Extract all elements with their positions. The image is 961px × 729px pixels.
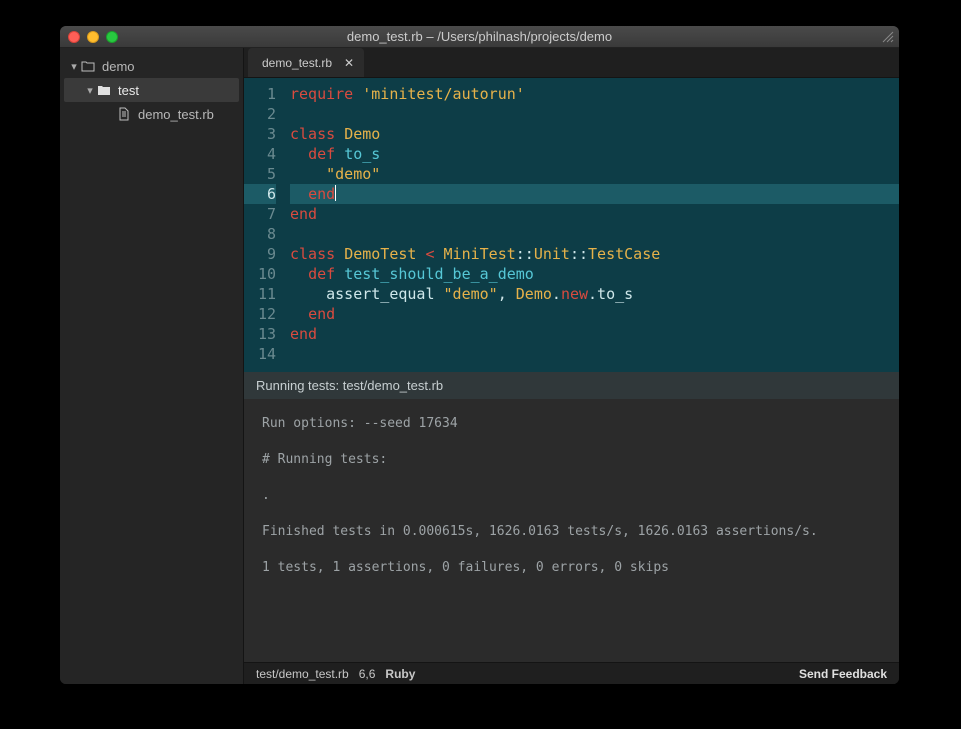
- code-line[interactable]: "demo": [290, 164, 899, 184]
- code-line[interactable]: require 'minitest/autorun': [290, 84, 899, 104]
- tab-bar[interactable]: demo_test.rb ✕: [244, 48, 899, 78]
- line-number: 7: [244, 204, 276, 224]
- status-file-path: test/demo_test.rb: [256, 667, 349, 681]
- status-language[interactable]: Ruby: [385, 667, 415, 681]
- line-number: 6: [244, 184, 276, 204]
- text-cursor: [335, 185, 336, 201]
- line-number: 10: [244, 264, 276, 284]
- line-number: 9: [244, 244, 276, 264]
- line-number: 8: [244, 224, 276, 244]
- close-tab-icon[interactable]: ✕: [344, 56, 354, 70]
- file-icon: [116, 107, 132, 121]
- line-number: 5: [244, 164, 276, 184]
- minimize-window-button[interactable]: [87, 31, 99, 43]
- chevron-down-icon: ▾: [68, 60, 80, 73]
- code-line[interactable]: [290, 104, 899, 124]
- code-line[interactable]: [290, 224, 899, 244]
- code-line[interactable]: assert_equal "demo", Demo.new.to_s: [290, 284, 899, 304]
- tree-file-demo-test[interactable]: demo_test.rb: [60, 102, 243, 126]
- editor-window: demo_test.rb – /Users/philnash/projects/…: [60, 26, 899, 684]
- line-number-gutter: 1234567891011121314: [244, 84, 284, 364]
- tree-folder-demo[interactable]: ▾ demo: [60, 54, 243, 78]
- main-area: ▾ demo ▾ test demo_test.rb: [60, 48, 899, 684]
- line-number: 13: [244, 324, 276, 344]
- line-number: 2: [244, 104, 276, 124]
- tab-label: demo_test.rb: [262, 56, 332, 70]
- line-number: 11: [244, 284, 276, 304]
- code-line[interactable]: def test_should_be_a_demo: [290, 264, 899, 284]
- code-line[interactable]: class Demo: [290, 124, 899, 144]
- tree-item-label: demo: [102, 59, 135, 74]
- line-number: 4: [244, 144, 276, 164]
- chevron-down-icon: ▾: [84, 84, 96, 97]
- line-number: 12: [244, 304, 276, 324]
- code-content[interactable]: require 'minitest/autorun' class Demo def…: [284, 84, 899, 364]
- status-cursor-position: 6,6: [359, 667, 376, 681]
- code-line[interactable]: end: [290, 304, 899, 324]
- editor-pane: demo_test.rb ✕ 1234567891011121314 requi…: [244, 48, 899, 684]
- code-line[interactable]: end: [290, 324, 899, 344]
- status-bar: test/demo_test.rb 6,6 Ruby Send Feedback: [244, 662, 899, 684]
- code-line[interactable]: class DemoTest < MiniTest::Unit::TestCas…: [290, 244, 899, 264]
- folder-open-icon: [80, 60, 96, 72]
- file-tree-sidebar[interactable]: ▾ demo ▾ test demo_test.rb: [60, 48, 244, 684]
- code-editor[interactable]: 1234567891011121314 require 'minitest/au…: [244, 78, 899, 372]
- close-window-button[interactable]: [68, 31, 80, 43]
- console-header: Running tests: test/demo_test.rb: [244, 372, 899, 399]
- tree-item-label: demo_test.rb: [138, 107, 214, 122]
- resize-handle-icon[interactable]: [881, 30, 895, 44]
- tab-demo-test[interactable]: demo_test.rb ✕: [248, 48, 364, 77]
- code-line[interactable]: end: [290, 204, 899, 224]
- line-number: 14: [244, 344, 276, 364]
- send-feedback-link[interactable]: Send Feedback: [799, 667, 887, 681]
- tree-folder-test[interactable]: ▾ test: [64, 78, 239, 102]
- console-output[interactable]: Run options: --seed 17634 # Running test…: [244, 399, 899, 662]
- code-line[interactable]: def to_s: [290, 144, 899, 164]
- window-title: demo_test.rb – /Users/philnash/projects/…: [60, 29, 899, 44]
- code-line[interactable]: [290, 344, 899, 364]
- tree-item-label: test: [118, 83, 139, 98]
- titlebar[interactable]: demo_test.rb – /Users/philnash/projects/…: [60, 26, 899, 48]
- zoom-window-button[interactable]: [106, 31, 118, 43]
- folder-icon: [96, 84, 112, 96]
- line-number: 3: [244, 124, 276, 144]
- code-line[interactable]: end: [290, 184, 899, 204]
- window-controls: [68, 31, 118, 43]
- line-number: 1: [244, 84, 276, 104]
